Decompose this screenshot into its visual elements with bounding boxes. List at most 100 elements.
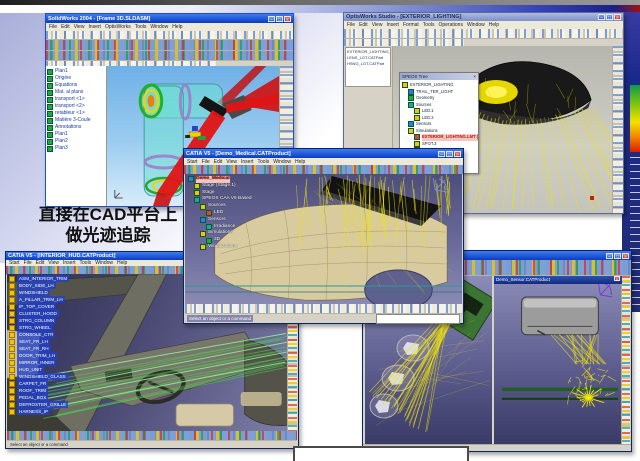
menu-item[interactable]: Edit xyxy=(359,22,368,28)
maximize-button[interactable]: □ xyxy=(276,16,283,22)
tree-item[interactable]: HSNG_LGT.CATPart xyxy=(347,61,389,67)
tree-item[interactable]: Simulations xyxy=(200,230,252,237)
minimize-button[interactable]: – xyxy=(268,16,275,22)
menu-item[interactable]: File xyxy=(202,159,210,165)
toolbar-main[interactable] xyxy=(344,29,623,39)
menu-item[interactable]: Window xyxy=(150,24,168,30)
menu-item[interactable]: View xyxy=(372,22,383,28)
menu-item[interactable]: Window xyxy=(273,159,291,165)
toolbar-bottom[interactable] xyxy=(7,431,297,441)
titlebar[interactable]: SolidWorks 2004 - [Frame 3D.SLDASM] –□× xyxy=(46,14,293,23)
menu-item[interactable]: View xyxy=(226,159,237,165)
menu-item[interactable]: Edit xyxy=(61,24,70,30)
menu-item[interactable]: Insert xyxy=(63,260,76,266)
tree-item[interactable]: Demo_Medical xyxy=(188,176,252,183)
tree-item[interactable]: SEAT_FR_RH xyxy=(9,345,69,352)
tree-item[interactable]: Equations xyxy=(47,82,105,89)
maximize-button[interactable]: □ xyxy=(614,253,621,259)
command-input[interactable] xyxy=(376,314,460,324)
tree-item[interactable]: Plan1 xyxy=(47,131,105,138)
menu-item[interactable]: Insert xyxy=(241,159,254,165)
tree-item[interactable]: STRG_COLUMN xyxy=(9,317,69,324)
menu-item[interactable]: Format xyxy=(403,22,419,28)
tree-item[interactable]: WINDSHIELD xyxy=(9,289,69,296)
tree-item[interactable]: Stage (Stage.1) xyxy=(194,183,252,190)
tree-item[interactable]: transport <2> xyxy=(47,103,105,110)
menu-item[interactable]: Help xyxy=(172,24,182,30)
menu-item[interactable]: Insert xyxy=(88,24,101,30)
subwindow-titlebar[interactable]: Demo_Sensor.CATProduct × xyxy=(494,276,622,284)
minimize-button[interactable]: – xyxy=(606,253,613,259)
close-button[interactable]: × xyxy=(622,253,629,259)
menu-item[interactable]: View xyxy=(48,260,59,266)
viewport-sensor[interactable]: Demo_Sensor.CATProduct × xyxy=(494,276,622,445)
close-button[interactable]: × xyxy=(614,14,621,20)
menu-item[interactable]: Tools xyxy=(80,260,92,266)
tree-item[interactable]: CONSOLE_CTR xyxy=(9,331,69,338)
tree-item[interactable]: Sensors xyxy=(200,217,252,224)
tree-item[interactable]: Matière 3-Coule xyxy=(47,117,105,124)
tree-item[interactable]: HARNESS_IP xyxy=(9,408,69,415)
tree-item[interactable]: CARPET_FR xyxy=(9,380,69,387)
empty-text-box[interactable] xyxy=(293,446,469,461)
close-button[interactable]: × xyxy=(454,151,461,157)
menu-item[interactable]: Edit xyxy=(36,260,45,266)
menu-item[interactable]: View xyxy=(74,24,85,30)
tree-item[interactable]: MIRROR_INNER xyxy=(9,359,69,366)
menu-bar[interactable]: StartFileEditViewInsertToolsWindowHelp xyxy=(184,158,463,165)
menu-item[interactable]: File xyxy=(24,260,32,266)
tree-item[interactable]: Mat. al plans xyxy=(47,89,105,96)
menu-item[interactable]: Window xyxy=(467,22,485,28)
menu-item[interactable]: Help xyxy=(117,260,127,266)
menu-item[interactable]: Help xyxy=(489,22,499,28)
viewport-car-rays[interactable]: Demo_MedicalStage (Stage.1)StageSPEOS CA… xyxy=(185,174,462,305)
tree-item[interactable]: WINDSHIELD_GLASS xyxy=(9,373,69,380)
tree-item[interactable]: ROOF_TRIM xyxy=(9,387,69,394)
tree-item[interactable]: BODY_SIDE_LH xyxy=(9,282,69,289)
toolbar-view[interactable] xyxy=(46,51,293,61)
right-toolbar[interactable] xyxy=(621,276,630,445)
tree-item[interactable]: Plan3 xyxy=(47,145,105,152)
spec-tree[interactable]: ASM_INTERIOR_TRIMBODY_SIDE_LHWINDSHIELDA… xyxy=(9,275,69,415)
menu-item[interactable]: File xyxy=(347,22,355,28)
tree-item[interactable]: Visualizations xyxy=(200,244,252,251)
spec-tree[interactable]: Demo_MedicalStage (Stage.1)StageSPEOS CA… xyxy=(188,176,252,251)
menu-bar[interactable]: FileEditViewInsertOptisWorksToolsWindowH… xyxy=(46,23,293,31)
tree-item[interactable]: Sources xyxy=(200,203,252,210)
menu-item[interactable]: Start xyxy=(9,260,20,266)
titlebar[interactable]: OptisWorks Studio - [EXTERIOR_LIGHTING] … xyxy=(344,13,623,21)
toolbar-features[interactable] xyxy=(46,40,293,51)
menu-item[interactable]: Window xyxy=(95,260,113,266)
maximize-button[interactable]: □ xyxy=(446,151,453,157)
menu-item[interactable]: Help xyxy=(295,159,305,165)
tree-item[interactable]: Annotations xyxy=(47,124,105,131)
file-tree[interactable]: EXTERIOR_LIGHTING_rev5LENS_LGT.CATPartHS… xyxy=(345,47,391,87)
tree-item[interactable]: Plan2 xyxy=(47,138,105,145)
menu-item[interactable]: Insert xyxy=(386,22,399,28)
menu-bar[interactable]: File Edit ViewInsert Format ToolsOperations W… xyxy=(344,21,623,29)
tree-item[interactable]: transport <1> xyxy=(47,96,105,103)
tree-item[interactable]: Plan1 xyxy=(47,68,105,75)
maximize-button[interactable]: □ xyxy=(606,14,613,20)
tree-item[interactable]: STRG_WHEEL xyxy=(9,324,69,331)
toolbar-standard[interactable] xyxy=(46,31,293,40)
close-button[interactable]: × xyxy=(284,16,291,22)
menu-item[interactable]: Operations xyxy=(438,22,462,28)
tree-item[interactable]: DOOR_TRIM_LH xyxy=(9,352,69,359)
close-button[interactable]: × xyxy=(614,276,620,281)
palette-close-icon[interactable]: × xyxy=(473,73,476,80)
menu-item[interactable]: File xyxy=(49,24,57,30)
minimize-button[interactable]: – xyxy=(598,14,605,20)
tree-item[interactable]: 3D xyxy=(206,237,252,244)
tree-item[interactable]: SEAT_FR_LH xyxy=(9,338,69,345)
menu-item[interactable]: Tools xyxy=(423,22,435,28)
minimize-button[interactable]: – xyxy=(438,151,445,157)
tree-item[interactable]: Origine xyxy=(47,75,105,82)
titlebar[interactable]: CATIA V5 - [Demo_Medical.CATProduct] –□× xyxy=(184,149,463,158)
menu-item[interactable]: Start xyxy=(187,159,198,165)
tree-item[interactable]: LED xyxy=(206,210,252,217)
tree-item[interactable]: HUD_UNIT xyxy=(9,366,69,373)
tree-item[interactable]: A_PILLAR_TRIM_LH xyxy=(9,296,69,303)
tree-item[interactable]: IP_TOP_COVER xyxy=(9,303,69,310)
menu-item[interactable]: OptisWorks xyxy=(105,24,131,30)
